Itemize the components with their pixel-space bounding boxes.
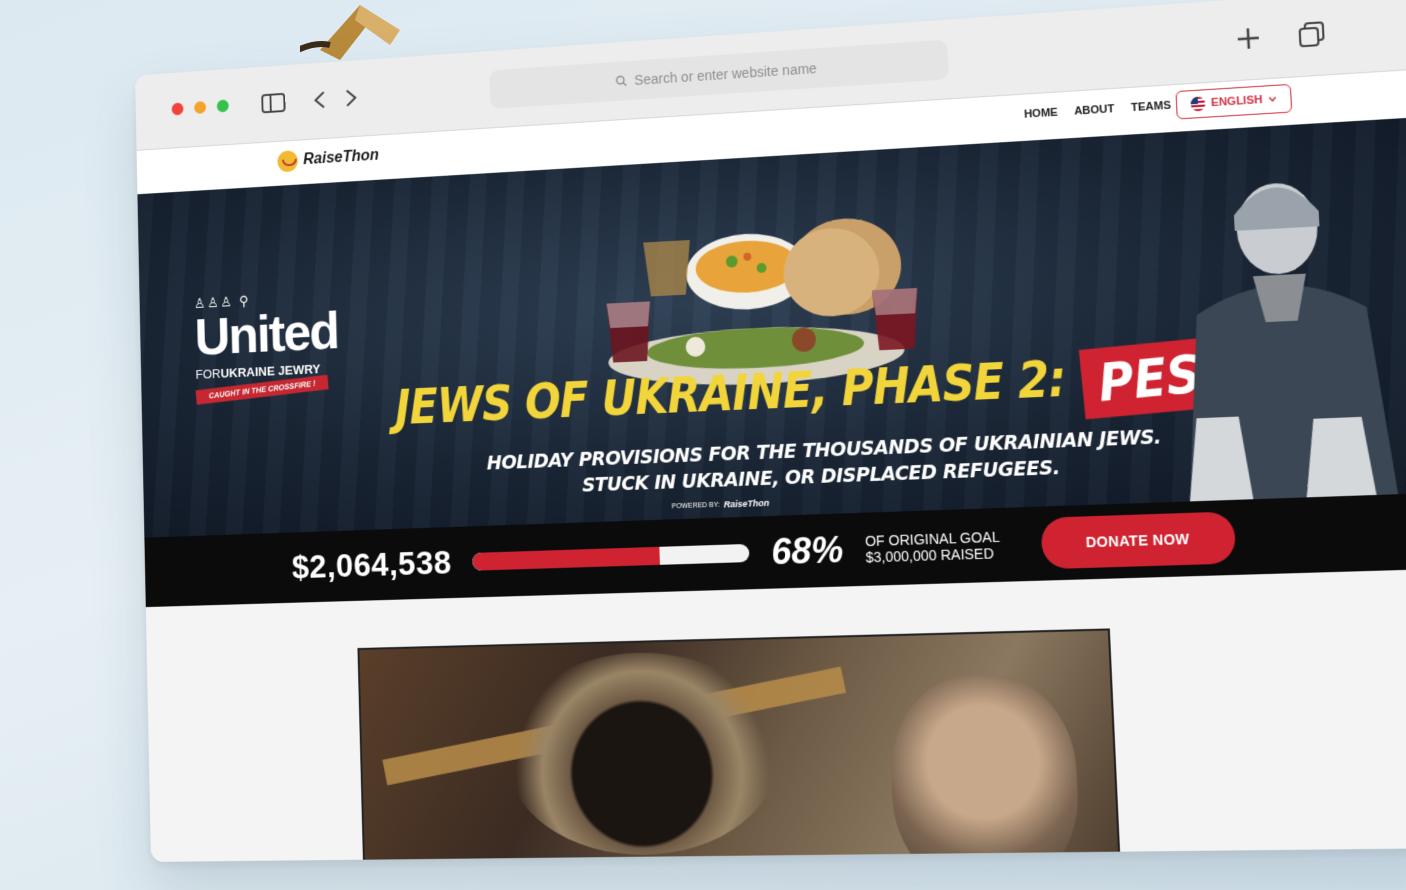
page-content [145, 568, 1406, 862]
progress-bar [472, 543, 750, 571]
maximize-window-button[interactable] [216, 99, 229, 113]
nav-teams[interactable]: TEAMS [1131, 100, 1172, 115]
raisethon-logo[interactable]: RaiseThon [277, 145, 380, 173]
raised-amount: $2,064,538 [291, 543, 453, 586]
us-flag-icon [1189, 96, 1206, 112]
logo-text: RaiseThon [303, 147, 380, 168]
video-player[interactable] [357, 628, 1122, 862]
language-label: ENGLISH [1210, 93, 1263, 110]
progress-fill [472, 546, 660, 571]
tab-overview-icon[interactable] [1293, 16, 1331, 53]
united-campaign-logo: ♙♙♙ ⚲ United FORUKRAINE JEWRY CAUGHT IN … [194, 287, 353, 405]
nav-about[interactable]: ABOUT [1074, 103, 1115, 118]
window-controls [171, 99, 229, 116]
browser-window: Search or enter website name RaiseThon H… [135, 0, 1406, 862]
video-frame-face [887, 672, 1083, 862]
sidebar-icon[interactable] [257, 86, 289, 120]
back-icon[interactable] [303, 83, 335, 117]
video-frame-hood [501, 649, 784, 857]
address-placeholder: Search or enter website name [634, 60, 818, 88]
raisethon-logo-icon [277, 150, 298, 173]
chevron-down-icon [1269, 96, 1278, 103]
search-icon [615, 75, 627, 87]
united-for: FOR [195, 366, 221, 382]
goal-text: OF ORIGINAL GOAL $3,000,000 RAISED [865, 528, 1001, 565]
percent-raised: 68% [770, 528, 845, 573]
powered-by-brand: RaiseThon [723, 497, 770, 510]
main-nav: HOME ABOUT TEAMS [1024, 100, 1171, 121]
new-tab-icon[interactable] [1230, 20, 1267, 57]
forward-icon[interactable] [335, 81, 367, 116]
close-window-button[interactable] [171, 102, 184, 116]
minimize-window-button[interactable] [194, 100, 207, 115]
powered-by-label: POWERED BY: [671, 501, 720, 510]
address-bar[interactable]: Search or enter website name [489, 39, 949, 110]
goal-line-2: $3,000,000 RAISED [865, 545, 995, 566]
donate-now-button[interactable]: DONATE NOW [1040, 511, 1237, 570]
stage: Search or enter website name RaiseThon H… [0, 0, 1406, 890]
elderly-man-photo [1179, 181, 1399, 502]
nav-home[interactable]: HOME [1024, 107, 1058, 121]
united-word: United [194, 301, 339, 367]
language-selector[interactable]: ENGLISH [1175, 83, 1293, 120]
